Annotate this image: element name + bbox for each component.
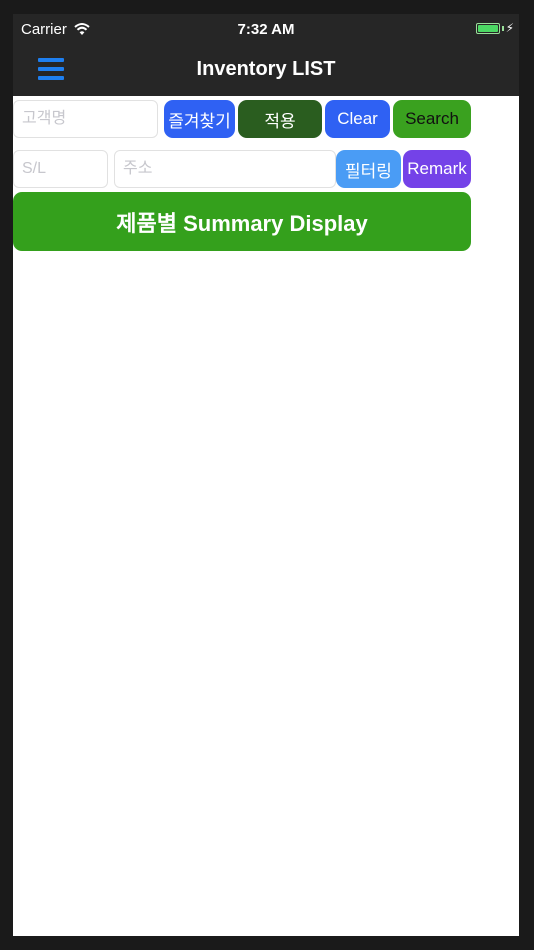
status-bar: Carrier 7:32 AM ⚡	[13, 14, 519, 44]
apply-button[interactable]: 적용	[238, 100, 322, 138]
sl-input[interactable]	[13, 150, 108, 188]
remark-button[interactable]: Remark	[403, 150, 471, 188]
charging-bolt-icon: ⚡	[505, 21, 514, 35]
filter-button[interactable]: 필터링	[336, 150, 401, 188]
page-title: Inventory LIST	[196, 58, 336, 80]
navigation-bar: Inventory LIST	[13, 44, 519, 96]
search-button[interactable]: Search	[393, 100, 471, 138]
customer-name-input[interactable]	[13, 100, 158, 138]
favorites-button[interactable]: 즐겨찾기	[164, 100, 235, 138]
summary-display-button[interactable]: 제품별 Summary Display	[13, 192, 471, 251]
battery-tip	[502, 26, 504, 31]
clear-button[interactable]: Clear	[325, 100, 390, 138]
address-input[interactable]	[114, 150, 336, 188]
battery-icon	[476, 23, 500, 34]
app-screen: Carrier 7:32 AM ⚡ Inventory LIST 즐겨찾기 적용…	[13, 14, 519, 936]
status-time: 7:32 AM	[237, 21, 295, 38]
